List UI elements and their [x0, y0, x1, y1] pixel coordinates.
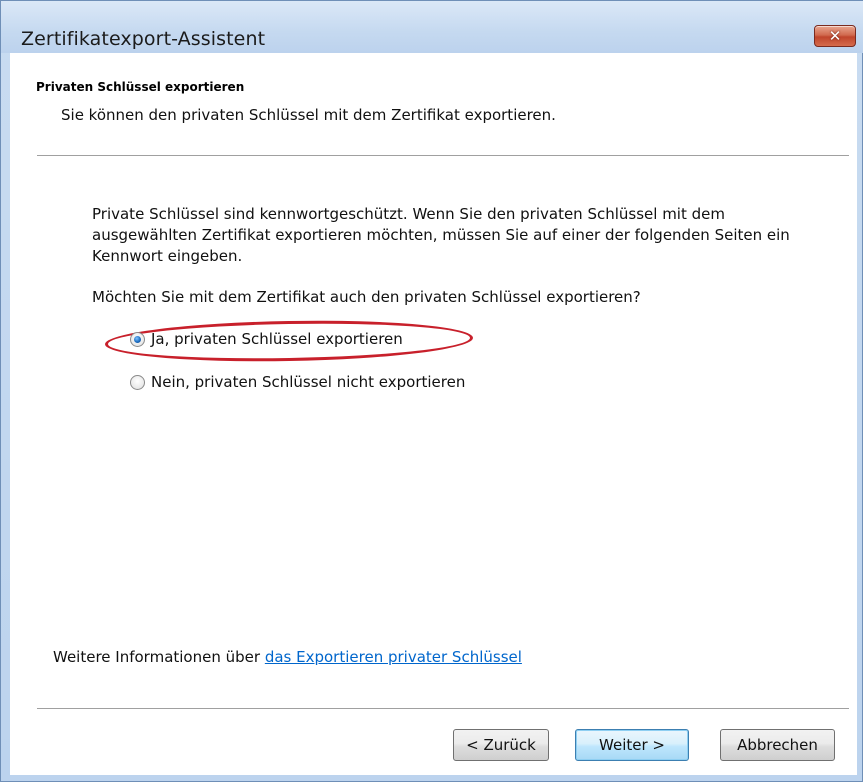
cancel-button[interactable]: Abbrechen — [720, 729, 835, 761]
radio-unselected-icon[interactable] — [130, 374, 145, 390]
radio-export-yes[interactable]: Ja, privaten Schlüssel exportieren — [130, 330, 403, 348]
radio-export-no-label[interactable]: Nein, privaten Schlüssel nicht exportier… — [151, 373, 465, 391]
wizard-page: Privaten Schlüssel exportieren Sie könne… — [10, 53, 857, 775]
more-info-line: Weitere Informationen über das Exportier… — [53, 648, 522, 666]
back-button[interactable]: < Zurück — [453, 729, 549, 761]
close-button[interactable]: ✕ — [814, 25, 856, 47]
next-button[interactable]: Weiter > — [575, 729, 689, 761]
wizard-window: Zertifikatexport-Assistent ✕ Privaten Sc… — [0, 0, 863, 782]
title-bar[interactable]: Zertifikatexport-Assistent ✕ — [1, 1, 863, 53]
intro-text: Private Schlüssel sind kennwortgeschützt… — [92, 205, 790, 265]
page-description: Sie können den privaten Schlüssel mit de… — [61, 106, 556, 124]
radio-export-no[interactable]: Nein, privaten Schlüssel nicht exportier… — [130, 373, 465, 391]
more-info-prefix: Weitere Informationen über — [53, 648, 265, 666]
window-title: Zertifikatexport-Assistent — [21, 28, 266, 50]
more-info-link[interactable]: das Exportieren privater Schlüssel — [265, 648, 522, 666]
page-title: Privaten Schlüssel exportieren — [36, 80, 245, 94]
radio-export-yes-label[interactable]: Ja, privaten Schlüssel exportieren — [151, 330, 403, 348]
export-question: Möchten Sie mit dem Zertifikat auch den … — [92, 288, 641, 306]
radio-selected-icon[interactable] — [130, 331, 145, 347]
footer-divider — [37, 708, 849, 710]
close-icon: ✕ — [828, 27, 842, 45]
header-divider — [37, 155, 849, 157]
